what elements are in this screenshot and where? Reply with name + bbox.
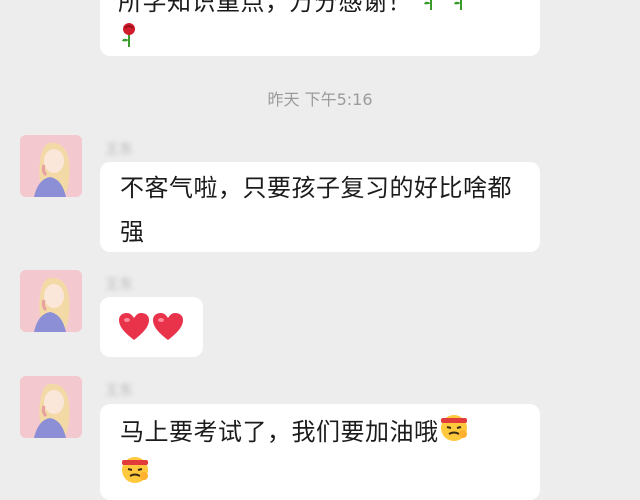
girl-avatar-icon (20, 270, 82, 332)
avatar[interactable] (20, 135, 82, 197)
avatar[interactable] (20, 270, 82, 332)
message-text-content: 马上要考试了，我们要加油哦 (120, 418, 439, 446)
rose-icon (420, 0, 442, 21)
heart-icon (118, 312, 150, 346)
girl-avatar-icon (20, 376, 82, 438)
rose-icon (450, 0, 472, 21)
sender-name: 王东 (105, 277, 133, 293)
message-text: 不客气啦，只要孩子复习的好比啥都强 (120, 174, 512, 246)
determined-face-icon (439, 412, 469, 454)
message-bubble[interactable]: 所学知识重点，万分感谢！ (100, 0, 540, 56)
message-text-content: 所学知识重点，万分感谢！ (118, 0, 412, 16)
message-text: 马上要考试了，我们要加油哦 (120, 412, 524, 496)
avatar[interactable] (20, 376, 82, 438)
determined-face-icon (120, 454, 150, 496)
rose-icon (118, 22, 140, 58)
sender-name: 王东 (105, 383, 133, 399)
heart-icon (152, 312, 184, 346)
message-bubble[interactable]: 马上要考试了，我们要加油哦 (100, 404, 540, 500)
message-bubble[interactable] (100, 297, 203, 357)
message-text: 所学知识重点，万分感谢！ (118, 0, 524, 58)
girl-avatar-icon (20, 135, 82, 197)
sender-name: 王东 (105, 142, 133, 158)
message-timestamp: 昨天 下午5:16 (267, 90, 373, 109)
message-bubble[interactable]: 不客气啦，只要孩子复习的好比啥都强 (100, 162, 540, 252)
